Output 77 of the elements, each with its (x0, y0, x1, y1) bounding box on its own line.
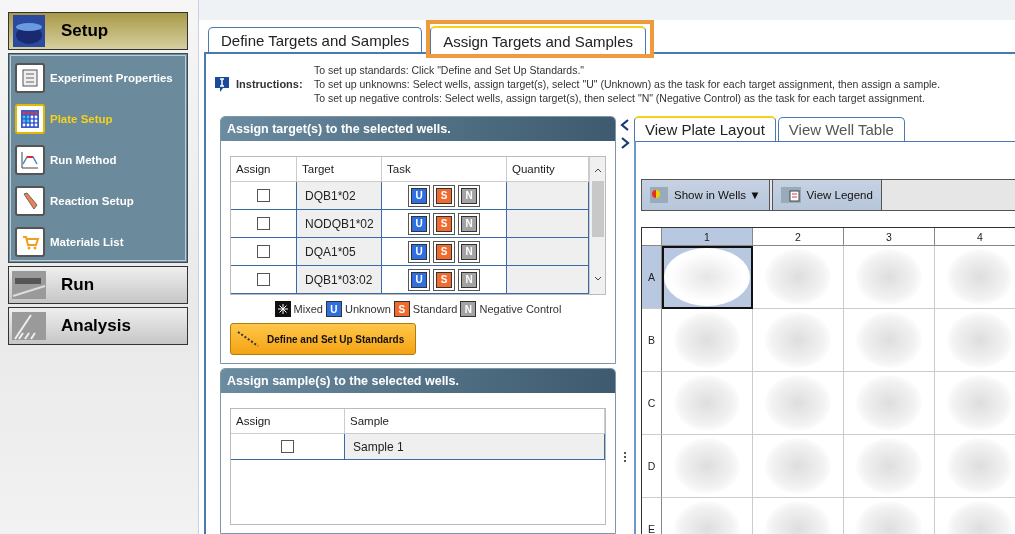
row-header[interactable]: A (642, 246, 662, 309)
scroll-up-icon[interactable] (594, 168, 601, 173)
column-header[interactable]: 3 (844, 228, 935, 246)
tube-icon (20, 191, 40, 211)
task-button[interactable]: U (408, 212, 430, 235)
column-header: Target (297, 157, 382, 182)
task-legend-icon: N (460, 301, 477, 317)
table-cell: DQA1*05 (297, 238, 382, 266)
checkbox[interactable] (257, 245, 270, 258)
task-button[interactable]: U (408, 184, 430, 207)
table-cell: DQB1*03:02 (297, 266, 382, 294)
well[interactable] (662, 246, 753, 309)
info-icon (214, 75, 230, 93)
quantity-cell[interactable] (507, 266, 589, 294)
grid-icon (20, 109, 40, 129)
tab[interactable]: Define Targets and Samples (208, 27, 423, 52)
panel-title: Assign sample(s) to the selected wells. (221, 369, 615, 393)
instruction-text: To set up standards: Click "Define and Set Up Standards." (314, 63, 586, 77)
instrument-icon (11, 270, 47, 300)
column-header[interactable]: 2 (753, 228, 844, 246)
scroll-thumb[interactable] (591, 181, 604, 237)
splitter-handle[interactable] (624, 452, 626, 464)
define-standards-button[interactable]: Define and Set Up Standards (230, 323, 416, 355)
checkbox[interactable] (257, 273, 270, 286)
instructions-label: Instructions: (236, 78, 304, 90)
column-header: Assign (231, 157, 297, 182)
row-header[interactable]: B (642, 309, 662, 372)
sidebar-item[interactable]: Experiment Properties (15, 64, 187, 92)
chart-icon (11, 311, 47, 341)
legend-label: Mixed (293, 303, 323, 315)
checklist-icon (20, 68, 40, 88)
well-color-icon (650, 187, 668, 203)
collapse-left-icon[interactable] (620, 119, 630, 131)
beaker-icon (11, 13, 47, 49)
panel-title: Assign target(s) to the selected wells. (221, 117, 615, 141)
quantity-cell[interactable] (507, 182, 589, 210)
quantity-cell[interactable] (507, 210, 589, 238)
sidebar-item[interactable]: Run Method (15, 146, 187, 174)
column-header: Quantity (507, 157, 589, 182)
column-header: Sample (345, 409, 605, 434)
view-legend-button[interactable]: View Legend (771, 179, 882, 211)
section-header[interactable]: Analysis (8, 307, 188, 345)
row-header[interactable]: C (642, 372, 662, 435)
asterisk-icon (274, 301, 291, 317)
tab[interactable]: View Well Table (777, 117, 905, 141)
scroll-down-icon[interactable] (594, 276, 601, 281)
section-header[interactable]: Setup (8, 12, 188, 50)
table-cell: Sample 1 (345, 434, 605, 460)
legend-label: Unknown (344, 303, 391, 315)
task-button[interactable]: U (408, 268, 430, 291)
task-legend-icon: S (393, 301, 410, 317)
legend-label: Negative Control (479, 303, 562, 315)
table-cell: NODQB1*02 (297, 210, 382, 238)
task-legend-icon: U (325, 301, 342, 317)
show-in-wells-button[interactable]: Show in Wells ▼ (641, 179, 770, 211)
sidebar-item[interactable]: Reaction Setup (15, 187, 187, 215)
curve-icon (20, 150, 40, 170)
table-cell: DQB1*02 (297, 182, 382, 210)
instruction-text: To set up unknowns: Select wells, assign target(s), select "U" (Unknown) as the task for each target assignment, then assign a sample. (314, 77, 941, 91)
legend-label: Standard (412, 303, 458, 315)
column-header: Task (382, 157, 507, 182)
sidebar-item[interactable]: Materials List (15, 228, 187, 256)
row-header[interactable]: D (642, 435, 662, 498)
quantity-cell[interactable] (507, 238, 589, 266)
expand-right-icon[interactable] (620, 137, 630, 149)
column-header: Assign (231, 409, 345, 434)
checkbox[interactable] (281, 440, 294, 453)
corner-cell (642, 228, 662, 246)
tab[interactable]: Assign Targets and Samples (430, 26, 646, 54)
legend-icon (780, 187, 801, 203)
tab[interactable]: View Plate Layout (634, 116, 776, 141)
column-header[interactable]: 1 (662, 228, 753, 246)
section-header[interactable]: Run (8, 266, 188, 304)
checkbox[interactable] (257, 217, 270, 230)
task-button[interactable]: U (408, 240, 430, 263)
checkbox[interactable] (257, 189, 270, 202)
instruction-text: To set up negative controls: Select wells, assign target(s), then select "N" (Negative Control) as the task for each target assignment. (314, 91, 926, 105)
